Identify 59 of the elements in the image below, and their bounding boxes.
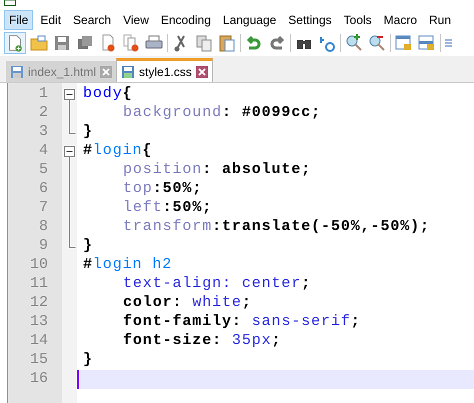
line-number: 13	[30, 312, 48, 332]
code-line: #login{	[82, 142, 154, 161]
close-icon[interactable]	[196, 66, 208, 78]
code-line: transform:translate(-50%,-50%);	[122, 218, 431, 237]
line-number: 7	[38, 198, 48, 218]
fold-line	[69, 104, 70, 123]
menu-item[interactable]: Tools	[338, 10, 377, 30]
code-line: color: white;	[122, 294, 253, 313]
line-number: 6	[38, 179, 48, 200]
folder-icon[interactable]	[29, 33, 49, 53]
menu-item[interactable]: Language	[218, 10, 282, 30]
fold-toggle-icon[interactable]	[64, 146, 75, 161]
menu-item[interactable]: Edit	[35, 10, 66, 30]
close-icon[interactable]	[100, 66, 112, 78]
fold-end-line	[69, 237, 76, 248]
zoom-out-icon[interactable]	[367, 33, 387, 53]
menu-item[interactable]: Run	[424, 10, 456, 30]
file-tab[interactable]: style1.css	[116, 58, 213, 82]
save-icon[interactable]	[52, 33, 72, 53]
code-line: text-align: center;	[122, 275, 312, 294]
line-number: 9	[38, 236, 48, 256]
menu-item[interactable]: View	[118, 10, 154, 30]
line-number: 15	[30, 350, 48, 370]
menu-item[interactable]: Encoding	[156, 10, 216, 30]
code-line: font-family: sans-serif;	[122, 313, 362, 332]
menu-item[interactable]: File	[4, 10, 34, 30]
line-number: 2	[38, 103, 48, 124]
code-line: }	[82, 123, 94, 142]
code-line: top:50%;	[122, 180, 204, 199]
line-number: 4	[38, 141, 48, 162]
line-number: 8	[38, 217, 48, 238]
close-all-icon[interactable]	[121, 33, 141, 53]
copy-icon[interactable]	[194, 33, 214, 53]
paste-icon[interactable]	[217, 33, 237, 53]
menu-item[interactable]: Macro	[378, 10, 422, 30]
code-line: font-size: 35px;	[122, 332, 282, 351]
code-line: #login h2	[82, 256, 174, 275]
line-number: 1	[38, 84, 48, 104]
fold-end-line	[69, 123, 76, 134]
zoom-in-icon[interactable]	[344, 33, 364, 53]
tab-label: index_1.html	[28, 64, 96, 80]
new-file-icon[interactable]	[4, 32, 26, 54]
code-line: position: absolute;	[122, 161, 312, 180]
line-number: 11	[30, 274, 48, 294]
line-number: 12	[30, 293, 48, 314]
line-number: 16	[30, 369, 48, 390]
code-line: left:50%;	[122, 199, 214, 218]
line-number: 14	[30, 331, 48, 352]
code-line: }	[82, 351, 94, 370]
line-number: 5	[38, 160, 48, 180]
menu-item[interactable]: Settings	[283, 10, 337, 30]
fold-toggle-icon[interactable]	[64, 89, 75, 104]
menu-item[interactable]: Search	[68, 10, 116, 30]
line-number: 3	[38, 122, 48, 142]
tab-label: style1.css	[139, 64, 192, 80]
line-number: 10	[30, 255, 48, 276]
code-line: body{	[82, 85, 134, 104]
code-line: }	[82, 237, 94, 256]
code-line: background: #0099cc;	[122, 104, 322, 123]
